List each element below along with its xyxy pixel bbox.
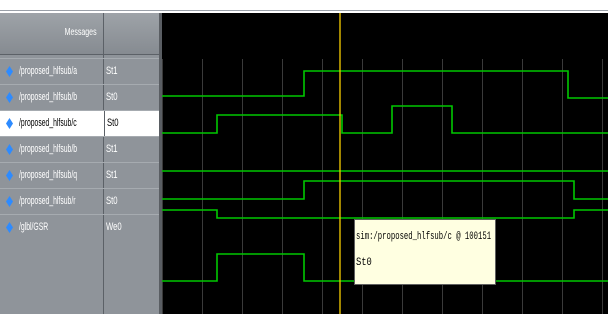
signal-row[interactable]: /glbl/GSR We0 [0, 215, 159, 241]
signal-waveform [162, 105, 608, 134]
signal-diamond-icon [6, 118, 13, 129]
signal-name-cell[interactable]: /proposed_hlfsub/c [0, 111, 103, 137]
row-separator [0, 188, 159, 189]
signal-row[interactable]: /proposed_hlfsub/r St0 [0, 189, 159, 215]
signal-name-label: /proposed_hlfsub/q [19, 169, 78, 181]
signal-value-cell[interactable]: St0 [104, 85, 159, 111]
signal-diamond-icon [6, 170, 13, 181]
signal-name-cell[interactable]: /proposed_hlfsub/b [0, 137, 103, 163]
signal-name-cell[interactable]: /proposed_hlfsub/a [0, 59, 103, 85]
row-separator [0, 162, 159, 163]
signal-diamond-icon [6, 92, 13, 103]
signal-name-label: /proposed_hlfsub/r [19, 195, 76, 207]
signal-waveform [162, 70, 608, 99]
signal-value-label: St1 [106, 143, 118, 155]
signal-waveform [162, 180, 608, 200]
signal-diamond-icon [6, 222, 13, 233]
signal-name-label: /proposed_hlfsub/b [19, 143, 78, 155]
signal-row[interactable]: /proposed_hlfsub/b St1 [0, 137, 159, 163]
tooltip-signal-line: sim:/proposed_hlfsub/c @ 100151 ps [356, 231, 505, 243]
messages-header-label: Messages [65, 27, 97, 38]
signal-value-label: St0 [106, 195, 118, 207]
row-separator [0, 214, 159, 215]
row-separator [0, 58, 159, 59]
tooltip-value-line: St0 [356, 257, 372, 269]
row-separator [0, 136, 159, 137]
signal-diamond-icon [6, 66, 13, 77]
signal-name-cell[interactable]: /proposed_hlfsub/q [0, 163, 103, 189]
cursor-value-tooltip: sim:/proposed_hlfsub/c @ 100151 ps St0 [354, 219, 504, 285]
signal-waveform [162, 209, 608, 219]
window-top-strip [0, 0, 608, 13]
signal-name-label: /glbl/GSR [19, 221, 49, 233]
signal-name-label: /proposed_hlfsub/c [19, 117, 77, 129]
signal-value-label: St0 [107, 117, 119, 129]
row-separator [0, 84, 159, 85]
signal-row[interactable]: /proposed_hlfsub/a St1 [0, 59, 159, 85]
signal-diamond-icon [6, 196, 13, 207]
signal-value-cell[interactable]: St1 [104, 59, 159, 85]
signal-value-cell[interactable]: We0 [104, 215, 159, 241]
signal-name-label: /proposed_hlfsub/a [19, 65, 78, 77]
signal-row[interactable]: /proposed_hlfsub/c St0 [0, 111, 159, 137]
signal-value-label: We0 [106, 221, 122, 233]
row-separator [0, 110, 159, 111]
signal-diamond-icon [6, 144, 13, 155]
signal-value-cell[interactable]: St0 [104, 189, 159, 215]
signal-value-label: St1 [106, 169, 118, 181]
value-column-header[interactable] [103, 13, 159, 55]
signal-row[interactable]: /proposed_hlfsub/q St1 [0, 163, 159, 189]
wave-window: Messages /proposed_hlfsub/a St1/proposed_… [0, 0, 608, 314]
signal-value-label: St0 [106, 91, 118, 103]
signal-row[interactable]: /proposed_hlfsub/b St0 [0, 85, 159, 111]
signal-value-cell[interactable]: St1 [104, 163, 159, 189]
signal-name-cell[interactable]: /proposed_hlfsub/b [0, 85, 103, 111]
messages-column-header[interactable]: Messages [0, 13, 103, 55]
signal-name-cell[interactable]: /glbl/GSR [0, 215, 103, 241]
signal-value-label: St1 [106, 65, 118, 77]
signal-value-cell[interactable]: St0 [104, 111, 159, 137]
signal-name-cell[interactable]: /proposed_hlfsub/r [0, 189, 103, 215]
signal-value-cell[interactable]: St1 [104, 137, 159, 163]
signal-name-label: /proposed_hlfsub/b [19, 91, 78, 103]
